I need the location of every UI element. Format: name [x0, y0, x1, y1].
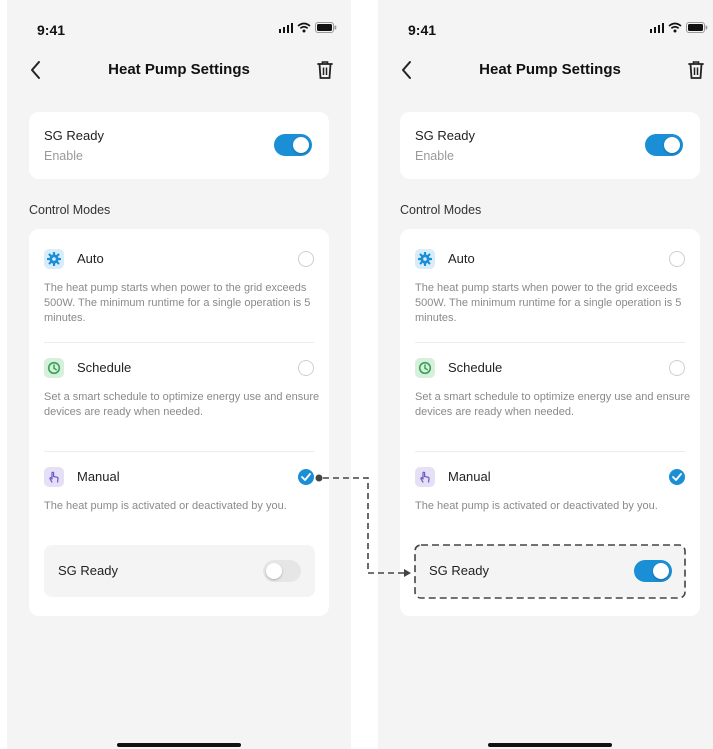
- manual-sg-ready-label: SG Ready: [58, 563, 118, 578]
- battery-icon: [315, 22, 337, 33]
- cellular-signal-icon: [278, 22, 293, 33]
- sg-ready-toggle[interactable]: [274, 134, 312, 156]
- divider: [415, 451, 685, 452]
- sg-ready-title: SG Ready: [44, 128, 104, 143]
- radio-manual-selected[interactable]: [669, 469, 685, 485]
- status-time: 9:41: [408, 22, 437, 38]
- sg-ready-toggle[interactable]: [645, 134, 683, 156]
- manual-sg-ready-label: SG Ready: [429, 563, 489, 578]
- status-icons: [649, 22, 709, 33]
- radio-manual-selected[interactable]: [298, 469, 314, 485]
- mode-description-auto: The heat pump starts when power to the g…: [415, 282, 682, 324]
- battery-icon: [686, 22, 708, 33]
- manual-sg-ready-row: SG Ready: [415, 545, 686, 597]
- divider: [44, 451, 314, 452]
- mode-description-auto: The heat pump starts when power to the g…: [44, 282, 311, 324]
- radio-auto[interactable]: [669, 251, 685, 267]
- clock-icon: [415, 358, 435, 378]
- mode-name-auto: Auto: [77, 251, 104, 266]
- page-title: Heat Pump Settings: [108, 61, 250, 78]
- radio-auto[interactable]: [298, 251, 314, 267]
- radio-schedule[interactable]: [669, 360, 685, 376]
- checkmark-icon: [301, 473, 311, 481]
- mode-description-manual: The heat pump is activated or deactivate…: [44, 500, 287, 512]
- sg-ready-subtitle: Enable: [44, 149, 83, 163]
- divider: [415, 342, 685, 343]
- clock-icon: [44, 358, 64, 378]
- home-indicator: [117, 743, 241, 747]
- trash-icon: [688, 61, 704, 79]
- section-label-control-modes: Control Modes: [29, 203, 111, 217]
- phone-screen-after: 9:41 Heat Pump Settings SG Ready Enable …: [378, 0, 713, 749]
- page-title: Heat Pump Settings: [479, 61, 621, 78]
- manual-sg-ready-toggle[interactable]: [634, 560, 672, 582]
- wifi-icon: [668, 22, 682, 33]
- manual-sg-ready-toggle[interactable]: [263, 560, 301, 582]
- cellular-signal-icon: [649, 22, 664, 33]
- phone-screen-before: 9:41 Heat Pump Settings SG Ready Enable …: [7, 0, 351, 749]
- checkmark-icon: [672, 473, 682, 481]
- control-modes-card: Auto The heat pump starts when power to …: [400, 229, 700, 616]
- gear-icon: [44, 249, 64, 269]
- mode-name-schedule: Schedule: [77, 360, 132, 375]
- mode-description-manual: The heat pump is activated or deactivate…: [415, 500, 658, 512]
- status-icons: [278, 22, 338, 33]
- sg-ready-card: SG Ready Enable: [400, 112, 700, 179]
- hand-tap-icon: [415, 467, 435, 487]
- mode-name-auto: Auto: [448, 251, 475, 266]
- mode-name-manual: Manual: [77, 469, 120, 484]
- delete-button[interactable]: [686, 59, 706, 81]
- mode-description-schedule: Set a smart schedule to optimize energy …: [44, 391, 320, 418]
- home-indicator: [488, 743, 612, 747]
- mode-description-schedule: Set a smart schedule to optimize energy …: [415, 391, 691, 418]
- mode-name-schedule: Schedule: [448, 360, 503, 375]
- manual-sg-ready-row: SG Ready: [44, 545, 315, 597]
- sg-ready-subtitle: Enable: [415, 149, 454, 163]
- sg-ready-card: SG Ready Enable: [29, 112, 329, 179]
- trash-icon: [317, 61, 333, 79]
- control-modes-card: Auto The heat pump starts when power to …: [29, 229, 329, 616]
- gear-icon: [415, 249, 435, 269]
- wifi-icon: [297, 22, 311, 33]
- mode-name-manual: Manual: [448, 469, 491, 484]
- section-label-control-modes: Control Modes: [400, 203, 482, 217]
- sg-ready-title: SG Ready: [415, 128, 475, 143]
- hand-tap-icon: [44, 467, 64, 487]
- divider: [44, 342, 314, 343]
- delete-button[interactable]: [315, 59, 335, 81]
- status-time: 9:41: [37, 22, 66, 38]
- radio-schedule[interactable]: [298, 360, 314, 376]
